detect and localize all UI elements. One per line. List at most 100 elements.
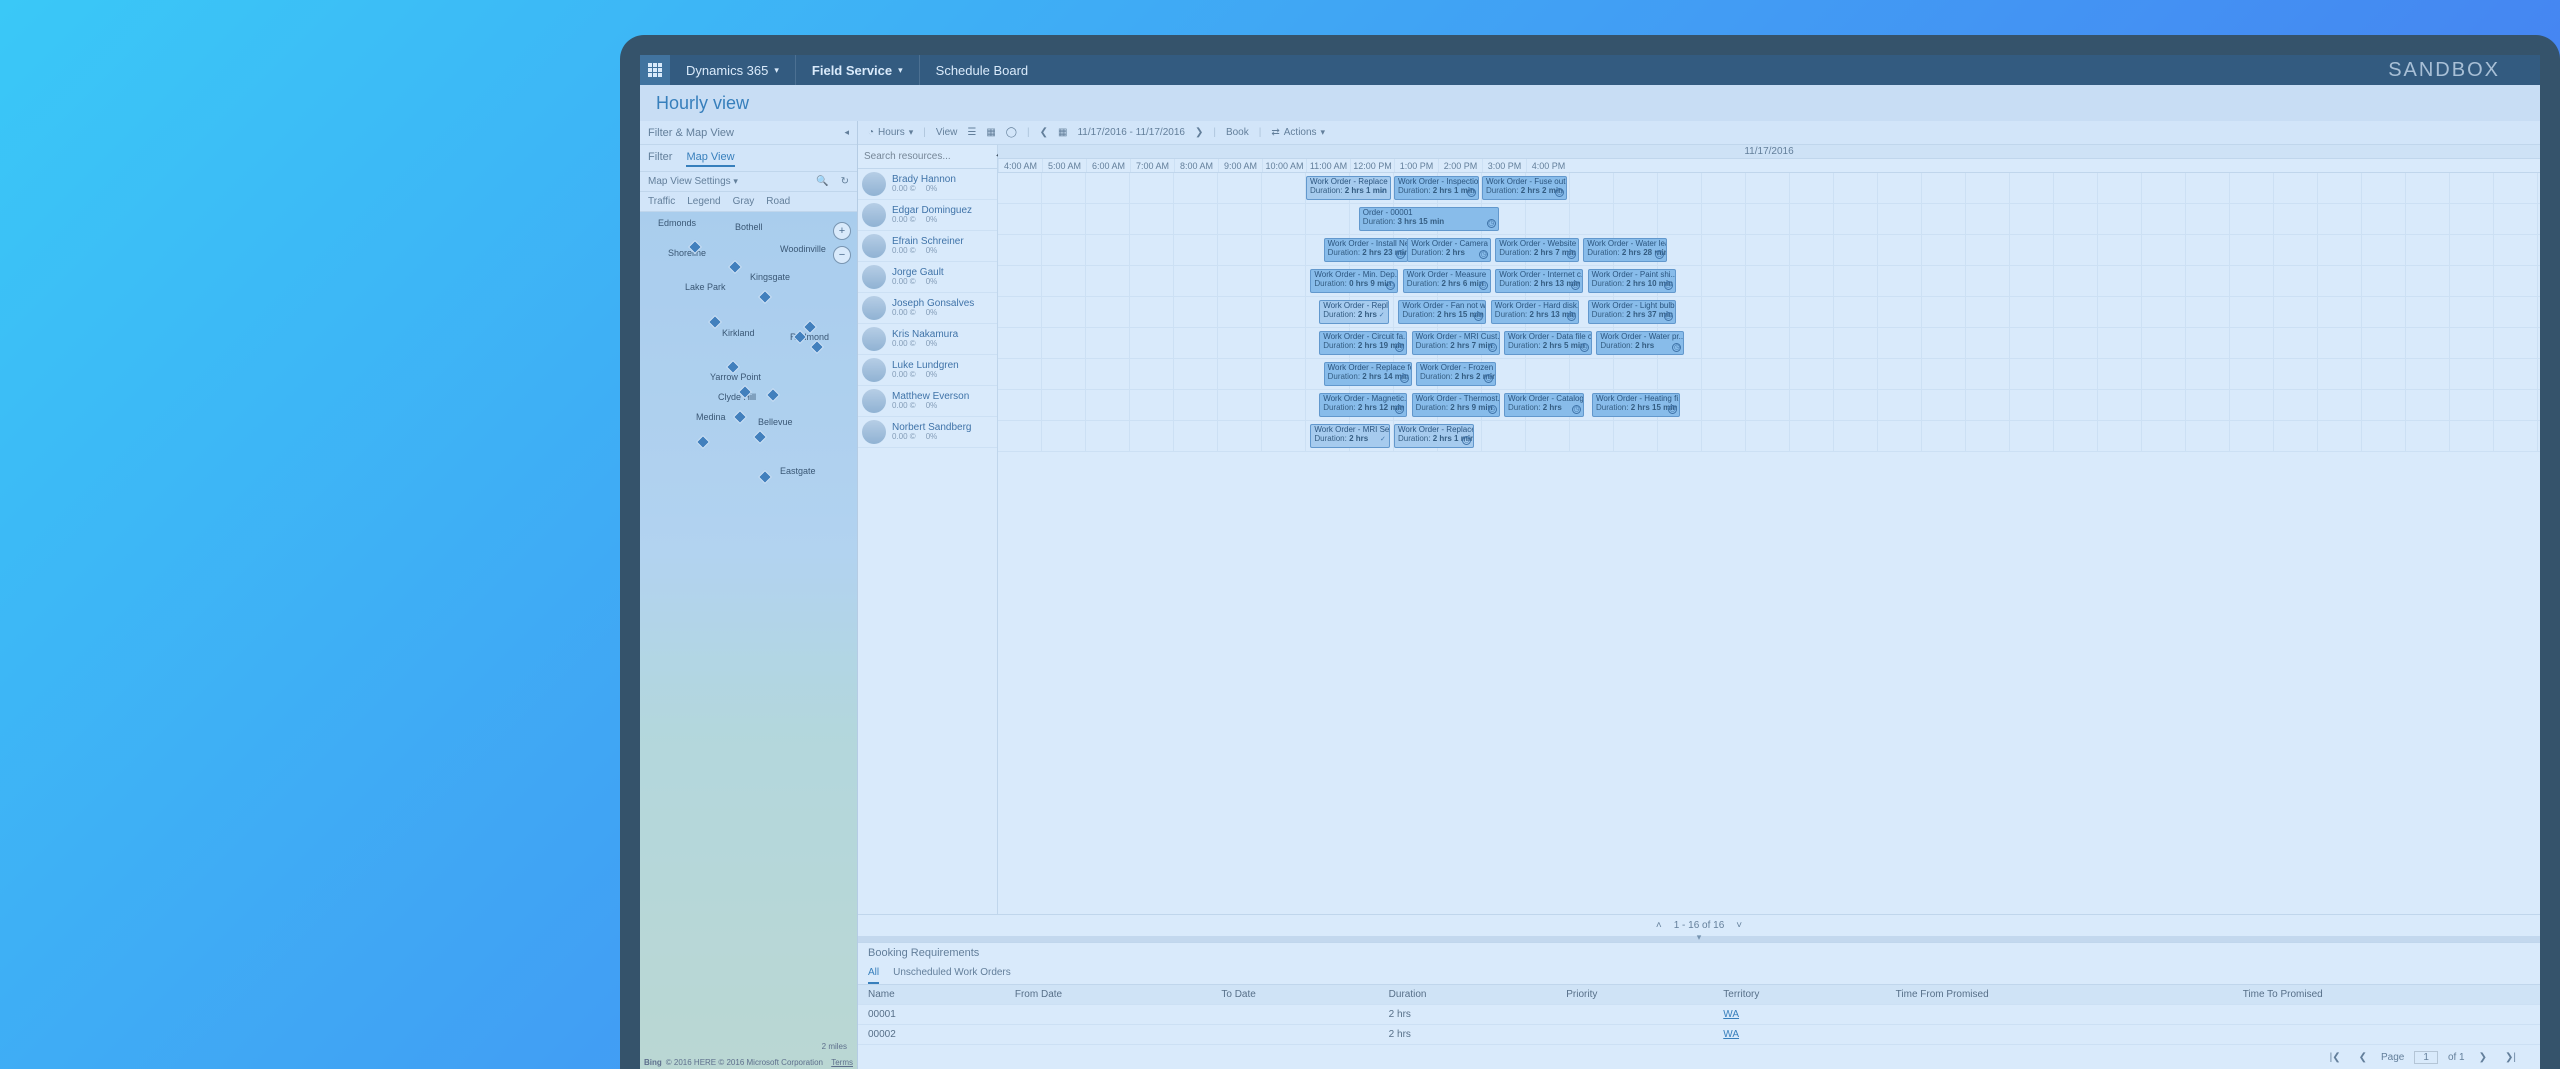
map-pin-icon[interactable] xyxy=(728,260,742,274)
booking-block[interactable]: Work Order - MRI Serv...Duration: 2 hrs✓ xyxy=(1310,424,1390,448)
booking-block[interactable]: Work Order - Fan not w...Duration: 2 hrs… xyxy=(1398,300,1486,324)
timeline-row[interactable]: Work Order - Circuit fa...Duration: 2 hr… xyxy=(998,328,2540,359)
resource-row[interactable]: Jorge Gault0.00 ©0% xyxy=(858,262,997,293)
search-icon[interactable]: 🔍 xyxy=(816,176,828,187)
resource-row[interactable]: Joseph Gonsalves0.00 ©0% xyxy=(858,293,997,324)
map-terms-link[interactable]: Terms xyxy=(831,1058,853,1067)
booking-block[interactable]: Work Order - ReplaceDuration: 2 hrs 1 mi… xyxy=(1306,176,1391,200)
column-header[interactable]: To Date xyxy=(1211,985,1378,1005)
pager-first-icon[interactable]: |❮ xyxy=(2326,1052,2345,1063)
booking-block[interactable]: Work Order - MeasureDuration: 2 hrs 6 mi… xyxy=(1403,269,1491,293)
booking-block[interactable]: Work Order - Website d...Duration: 2 hrs… xyxy=(1495,238,1579,262)
booking-block[interactable]: Work Order - Heating fi...Duration: 2 hr… xyxy=(1592,393,1680,417)
column-header[interactable]: Duration xyxy=(1379,985,1557,1005)
booking-block[interactable]: Work Order - Replace fo...Duration: 2 hr… xyxy=(1324,362,1412,386)
resource-row[interactable]: Matthew Everson0.00 ©0% xyxy=(858,386,997,417)
tab-filter[interactable]: Filter xyxy=(648,149,672,167)
tab-map-view[interactable]: Map View xyxy=(686,149,734,167)
bottom-tab-unscheduled[interactable]: Unscheduled Work Orders xyxy=(893,963,1011,984)
timeline-row[interactable]: Work Order - Replace fo...Duration: 2 hr… xyxy=(998,359,2540,390)
booking-block[interactable]: Work Order - ReplaceDuration: 2 hrs 1 mi… xyxy=(1394,424,1474,448)
resource-row[interactable]: Kris Nakamura0.00 ©0% xyxy=(858,324,997,355)
timeline-grid[interactable]: Work Order - ReplaceDuration: 2 hrs 1 mi… xyxy=(998,173,2540,452)
map-tool-gray[interactable]: Gray xyxy=(733,196,755,207)
resource-search-input[interactable] xyxy=(864,151,996,162)
booking-block[interactable]: Work Order - Install Ne...Duration: 2 hr… xyxy=(1324,238,1408,262)
resource-row[interactable]: Edgar Dominguez0.00 ©0% xyxy=(858,200,997,231)
zoom-out-icon[interactable]: − xyxy=(833,246,851,264)
timeline-row[interactable]: Work Order - Magnetic...Duration: 2 hrs … xyxy=(998,390,2540,421)
timeline-row[interactable]: Work Order - Min. Dep...Duration: 0 hrs … xyxy=(998,266,2540,297)
pager-last-icon[interactable]: ❯| xyxy=(2501,1052,2520,1063)
timescale-dropdown[interactable]: ◔ Hours ▾ xyxy=(868,127,913,138)
map-pin-icon[interactable] xyxy=(733,410,747,424)
booking-block[interactable]: Work Order - Frozen 1Duration: 2 hrs 2 m… xyxy=(1416,362,1496,386)
actions-dropdown[interactable]: ⇄ Actions ▾ xyxy=(1271,127,1325,138)
map-pin-icon[interactable] xyxy=(708,315,722,329)
booking-block[interactable]: Work Order - Paint shi...Duration: 2 hrs… xyxy=(1588,269,1676,293)
collapse-left-icon[interactable]: ◂ xyxy=(844,127,849,138)
timeline-row[interactable]: Work Order - Repla...Duration: 2 hrs✓ Wor… xyxy=(998,297,2540,328)
map-tool-traffic[interactable]: Traffic xyxy=(648,196,675,207)
pager-prev-icon[interactable]: ❮ xyxy=(2355,1052,2371,1063)
pager-up-icon[interactable]: ˄ xyxy=(1656,920,1662,931)
bottom-tab-all[interactable]: All xyxy=(868,963,879,984)
map-pin-icon[interactable] xyxy=(753,430,767,444)
booking-block[interactable]: Work Order - Internet c...Duration: 2 hr… xyxy=(1495,269,1583,293)
booking-block[interactable]: Work Order - MRI Cust...Duration: 2 hrs … xyxy=(1412,331,1500,355)
map-pin-icon[interactable] xyxy=(758,290,772,304)
booking-block[interactable]: Work Order - Inspectio...Duration: 2 hrs… xyxy=(1394,176,1479,200)
booking-block[interactable]: Work Order - Data file c...Duration: 2 h… xyxy=(1504,331,1592,355)
booking-block[interactable]: Work Order - Camera s...Duration: 2 hrs◷ xyxy=(1407,238,1491,262)
map-pin-icon[interactable] xyxy=(696,435,710,449)
refresh-icon[interactable]: ↻ xyxy=(841,176,849,187)
prev-day-icon[interactable]: ❮ xyxy=(1040,127,1048,138)
map-pin-icon[interactable] xyxy=(810,340,824,354)
pager-down-icon[interactable]: ˅ xyxy=(1736,920,1742,931)
resource-row[interactable]: Norbert Sandberg0.00 ©0% xyxy=(858,417,997,448)
timeline-row[interactable]: Work Order - Install Ne...Duration: 2 hr… xyxy=(998,235,2540,266)
booking-block[interactable]: Work Order - Circuit fa...Duration: 2 hr… xyxy=(1319,331,1407,355)
booking-block[interactable]: Work Order - Min. Dep...Duration: 0 hrs … xyxy=(1310,269,1398,293)
booking-block[interactable]: Work Order - Water lea...Duration: 2 hrs… xyxy=(1583,238,1667,262)
book-button[interactable]: Book xyxy=(1226,127,1249,138)
booking-block[interactable]: Work Order - Light bulb...Duration: 2 hr… xyxy=(1588,300,1676,324)
booking-block[interactable]: Work Order - Thermost...Duration: 2 hrs … xyxy=(1412,393,1500,417)
column-header[interactable]: Priority xyxy=(1556,985,1713,1005)
column-header[interactable]: Territory xyxy=(1713,985,1885,1005)
booking-block[interactable]: Work Order - Hard disk...Duration: 2 hrs… xyxy=(1491,300,1579,324)
map-settings-dropdown[interactable]: Map View Settings ▾ xyxy=(648,176,738,187)
map-pin-icon[interactable] xyxy=(758,470,772,484)
app-launcher-icon[interactable] xyxy=(640,55,670,85)
next-day-icon[interactable]: ❯ xyxy=(1195,127,1203,138)
timeline-row[interactable]: Work Order - MRI Serv...Duration: 2 hrs✓… xyxy=(998,421,2540,452)
timeline-row[interactable]: Order - 00001Duration: 3 hrs 15 min◷ xyxy=(998,204,2540,235)
territory-link[interactable]: WA xyxy=(1723,1029,1739,1040)
column-header[interactable]: From Date xyxy=(1005,985,1212,1005)
nav-module[interactable]: Field Service ▾ xyxy=(796,55,920,85)
splitter-handle[interactable] xyxy=(858,936,2540,942)
date-range-label[interactable]: 11/17/2016 - 11/17/2016 xyxy=(1077,127,1185,138)
booking-block[interactable]: Work Order - Water pr...Duration: 2 hrs◷ xyxy=(1596,331,1684,355)
table-row[interactable]: 000012 hrsWA xyxy=(858,1005,2540,1025)
column-header[interactable]: Time To Promised xyxy=(2233,985,2540,1005)
zoom-in-icon[interactable]: + xyxy=(833,222,851,240)
resource-row[interactable]: Luke Lundgren0.00 ©0% xyxy=(858,355,997,386)
view-list-icon[interactable]: ☰ xyxy=(967,127,976,138)
timeline-row[interactable]: Work Order - ReplaceDuration: 2 hrs 1 mi… xyxy=(998,173,2540,204)
map-canvas[interactable]: + − Bing 2 miles © 2016 HERE © 2016 Micr… xyxy=(640,212,857,1069)
calendar-icon[interactable]: ▦ xyxy=(1058,127,1067,138)
map-pin-icon[interactable] xyxy=(766,388,780,402)
resource-row[interactable]: Efrain Schreiner0.00 ©0% xyxy=(858,231,997,262)
booking-block[interactable]: Work Order - Repla...Duration: 2 hrs✓ xyxy=(1319,300,1389,324)
booking-block[interactable]: Work Order - Fuse outDuration: 2 hrs 2 m… xyxy=(1482,176,1567,200)
view-grid-icon[interactable]: ▦ xyxy=(986,127,995,138)
nav-breadcrumb[interactable]: Schedule Board xyxy=(920,55,1045,85)
resource-row[interactable]: Brady Hannon0.00 ©0% xyxy=(858,169,997,200)
column-header[interactable]: Name xyxy=(858,985,1005,1005)
map-tool-legend[interactable]: Legend xyxy=(687,196,720,207)
pager-next-icon[interactable]: ❯ xyxy=(2475,1052,2491,1063)
booking-block[interactable]: Work Order - Catalog...Duration: 2 hrs◷ xyxy=(1504,393,1584,417)
territory-link[interactable]: WA xyxy=(1723,1009,1739,1020)
booking-block[interactable]: Order - 00001Duration: 3 hrs 15 min◷ xyxy=(1359,207,1499,231)
